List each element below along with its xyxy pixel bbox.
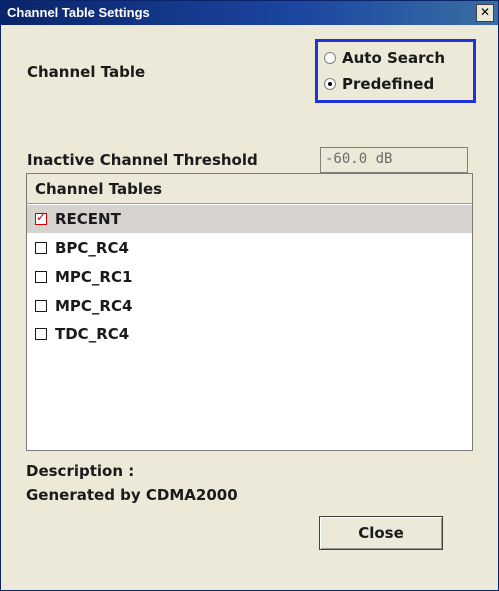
channel-table-label: Channel Table — [27, 63, 146, 81]
list-item-label: MPC_RC4 — [55, 297, 133, 315]
channel-tables-list: Channel Tables RECENT BPC_RC4 MPC_RC1 MP… — [26, 173, 473, 451]
checkbox-icon[interactable] — [35, 328, 47, 340]
list-item-mpc-rc4[interactable]: MPC_RC4 — [27, 292, 472, 320]
list-item-label: MPC_RC1 — [55, 268, 133, 286]
radio-auto-search-label: Auto Search — [342, 49, 446, 67]
list-item-tdc-rc4[interactable]: TDC_RC4 — [27, 320, 472, 348]
radio-selected-icon[interactable] — [324, 78, 336, 90]
checkbox-checked-icon[interactable] — [35, 210, 47, 225]
channel-table-settings-dialog: Channel Table Settings ✕ Channel Table A… — [0, 0, 499, 591]
radio-predefined-label: Predefined — [342, 75, 435, 93]
channel-tables-header-label: Channel Tables — [35, 180, 163, 198]
threshold-label: Inactive Channel Threshold — [27, 151, 258, 169]
radio-icon[interactable] — [324, 52, 336, 64]
checkbox-icon[interactable] — [35, 271, 47, 283]
list-item-label: TDC_RC4 — [55, 325, 130, 343]
radio-predefined[interactable]: Predefined — [324, 72, 434, 96]
checkbox-icon[interactable] — [35, 300, 47, 312]
channel-tables-header: Channel Tables — [27, 174, 472, 204]
radio-auto-search[interactable]: Auto Search — [324, 46, 445, 70]
close-button[interactable]: Close — [319, 516, 443, 550]
threshold-input[interactable]: -60.0 dB — [320, 147, 468, 173]
list-item-mpc-rc1[interactable]: MPC_RC1 — [27, 263, 472, 291]
description-text: Generated by CDMA2000 — [26, 486, 238, 504]
list-item-recent[interactable]: RECENT — [27, 205, 472, 233]
list-item-bpc-rc4[interactable]: BPC_RC4 — [27, 234, 472, 262]
channel-table-mode-group: Auto Search Predefined — [315, 39, 476, 103]
close-icon[interactable]: ✕ — [476, 4, 494, 22]
window-title: Channel Table Settings — [7, 5, 150, 20]
title-bar[interactable]: Channel Table Settings ✕ — [1, 1, 498, 25]
checkbox-icon[interactable] — [35, 242, 47, 254]
description-label: Description : — [26, 462, 135, 480]
list-item-label: BPC_RC4 — [55, 239, 129, 257]
list-item-label: RECENT — [55, 210, 121, 228]
